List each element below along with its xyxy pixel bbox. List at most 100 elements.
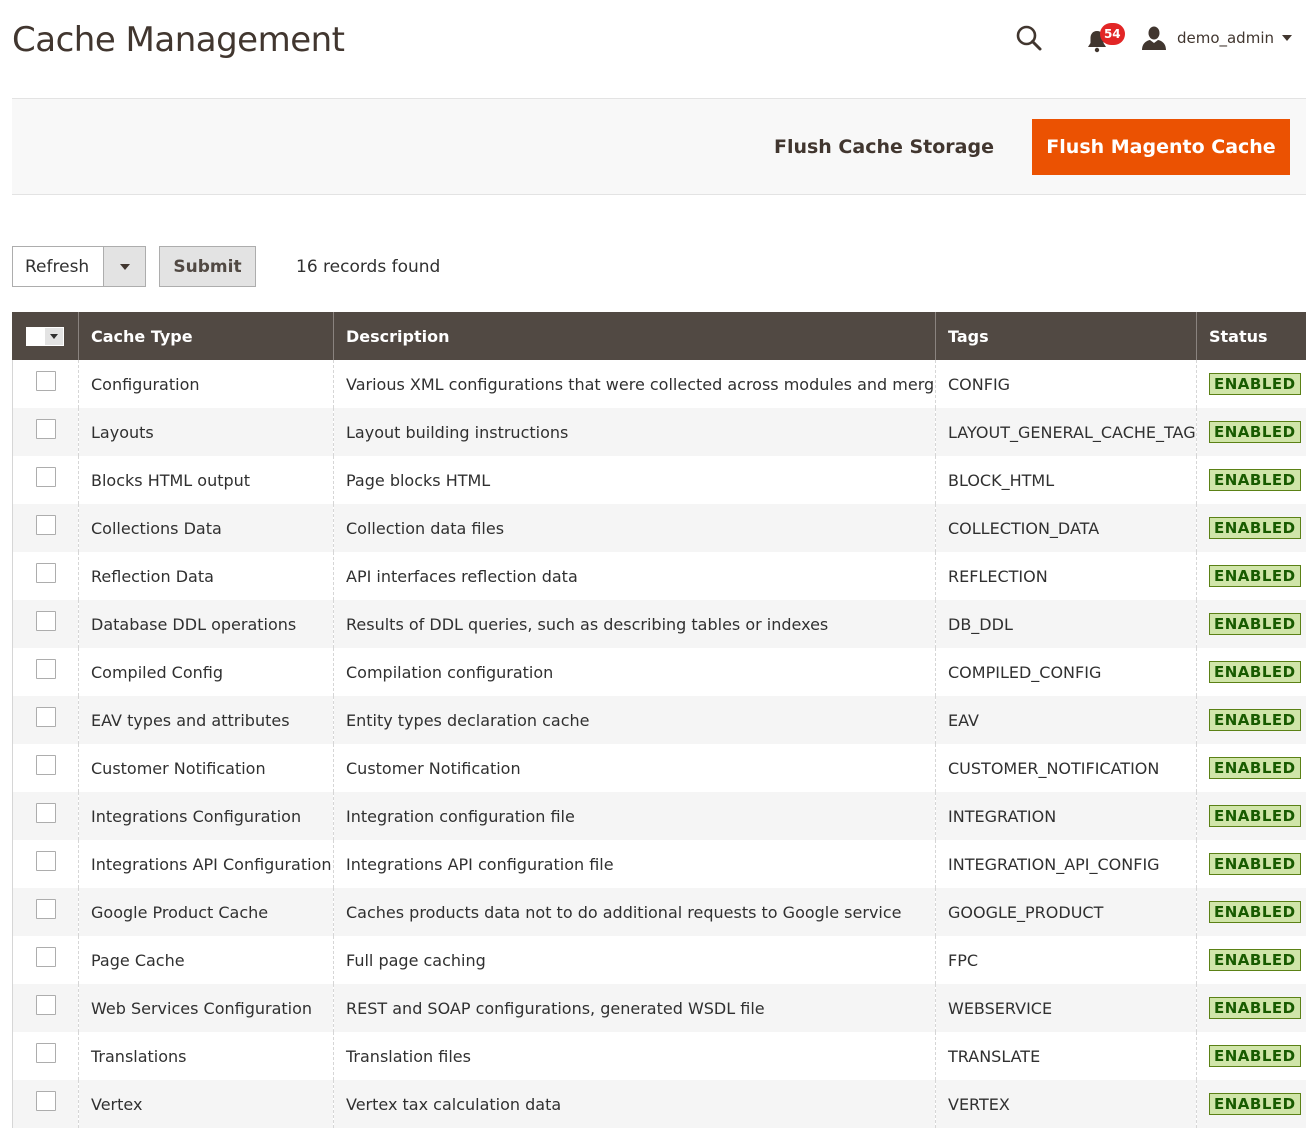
status-cell: ENABLED <box>1197 984 1306 1032</box>
row-checkbox[interactable] <box>36 371 56 391</box>
status-cell: ENABLED <box>1197 744 1306 792</box>
mass-select-options-toggle[interactable] <box>45 328 63 345</box>
status-badge: ENABLED <box>1209 373 1301 395</box>
table-row: Page CacheFull page cachingFPCENABLED <box>13 936 1306 984</box>
tags-cell: WEBSERVICE <box>936 984 1197 1032</box>
status-badge: ENABLED <box>1209 421 1301 443</box>
status-cell: ENABLED <box>1197 600 1306 648</box>
row-checkbox[interactable] <box>36 995 56 1015</box>
status-badge: ENABLED <box>1209 565 1301 587</box>
table-row: Integrations ConfigurationIntegration co… <box>13 792 1306 840</box>
description-cell: Customer Notification <box>334 744 936 792</box>
row-select-cell <box>13 360 79 408</box>
cache-type-cell: Layouts <box>79 408 334 456</box>
notifications-button[interactable]: 54 <box>1083 20 1119 56</box>
status-cell: ENABLED <box>1197 360 1306 408</box>
user-account-menu[interactable]: demo_admin <box>1141 25 1292 51</box>
search-button[interactable] <box>1011 20 1047 56</box>
tags-cell: BLOCK_HTML <box>936 456 1197 504</box>
status-badge: ENABLED <box>1209 709 1301 731</box>
description-cell: API interfaces reflection data <box>334 552 936 600</box>
status-badge: ENABLED <box>1209 997 1301 1019</box>
row-checkbox[interactable] <box>36 899 56 919</box>
notifications-count-badge: 54 <box>1100 23 1125 45</box>
chevron-down-icon <box>120 264 130 270</box>
mass-action-dropdown-toggle[interactable] <box>103 247 145 286</box>
cache-type-cell: Database DDL operations <box>79 600 334 648</box>
status-badge: ENABLED <box>1209 469 1301 491</box>
user-icon <box>1141 25 1167 51</box>
mass-action-select[interactable]: Refresh <box>12 246 146 287</box>
table-row: VertexVertex tax calculation dataVERTEXE… <box>13 1080 1306 1128</box>
tags-cell: CONFIG <box>936 360 1197 408</box>
search-icon <box>1015 24 1043 52</box>
status-badge: ENABLED <box>1209 613 1301 635</box>
description-cell: Translation files <box>334 1032 936 1080</box>
username: demo_admin <box>1177 29 1274 47</box>
row-checkbox[interactable] <box>36 707 56 727</box>
mass-select-checkbox-dropdown[interactable] <box>26 327 64 346</box>
mass-actions-toolbar: Refresh Submit 16 records found <box>12 246 440 287</box>
status-badge: ENABLED <box>1209 757 1301 779</box>
row-checkbox[interactable] <box>36 515 56 535</box>
status-badge: ENABLED <box>1209 805 1301 827</box>
records-found-count: 16 records found <box>296 257 440 277</box>
table-row: Reflection DataAPI interfaces reflection… <box>13 552 1306 600</box>
table-row: LayoutsLayout building instructionsLAYOU… <box>13 408 1306 456</box>
tags-cell: INTEGRATION <box>936 792 1197 840</box>
description-cell: Integration configuration file <box>334 792 936 840</box>
table-row: EAV types and attributesEntity types dec… <box>13 696 1306 744</box>
description-cell: Compilation configuration <box>334 648 936 696</box>
tags-cell: TRANSLATE <box>936 1032 1197 1080</box>
status-badge: ENABLED <box>1209 949 1301 971</box>
page-title: Cache Management <box>12 20 345 60</box>
status-cell: ENABLED <box>1197 408 1306 456</box>
chevron-down-icon <box>50 334 58 339</box>
flush-cache-storage-button[interactable]: Flush Cache Storage <box>754 119 1014 175</box>
page-actions-bar: Flush Cache Storage Flush Magento Cache <box>12 98 1306 195</box>
tags-cell: INTEGRATION_API_CONFIG <box>936 840 1197 888</box>
status-cell: ENABLED <box>1197 840 1306 888</box>
tags-cell: GOOGLE_PRODUCT <box>936 888 1197 936</box>
tags-cell: COMPILED_CONFIG <box>936 648 1197 696</box>
table-row: Customer NotificationCustomer Notificati… <box>13 744 1306 792</box>
cache-type-cell: Google Product Cache <box>79 888 334 936</box>
row-checkbox[interactable] <box>36 851 56 871</box>
row-checkbox[interactable] <box>36 803 56 823</box>
table-row: Blocks HTML outputPage blocks HTMLBLOCK_… <box>13 456 1306 504</box>
status-cell: ENABLED <box>1197 456 1306 504</box>
flush-magento-cache-button[interactable]: Flush Magento Cache <box>1032 119 1290 175</box>
submit-button[interactable]: Submit <box>159 246 256 287</box>
row-checkbox[interactable] <box>36 611 56 631</box>
cache-type-cell: Integrations Configuration <box>79 792 334 840</box>
cache-type-cell: Translations <box>79 1032 334 1080</box>
column-header-status: Status <box>1197 312 1306 360</box>
tags-cell: COLLECTION_DATA <box>936 504 1197 552</box>
row-checkbox[interactable] <box>36 467 56 487</box>
row-checkbox[interactable] <box>36 1091 56 1111</box>
mass-action-selected-value[interactable]: Refresh <box>13 247 103 286</box>
status-cell: ENABLED <box>1197 936 1306 984</box>
cache-type-cell: Reflection Data <box>79 552 334 600</box>
table-row: ConfigurationVarious XML configurations … <box>13 360 1306 408</box>
status-cell: ENABLED <box>1197 888 1306 936</box>
description-cell: Vertex tax calculation data <box>334 1080 936 1128</box>
select-all-checkbox[interactable] <box>27 328 45 345</box>
column-header-description: Description <box>334 312 936 360</box>
row-checkbox[interactable] <box>36 563 56 583</box>
row-checkbox[interactable] <box>36 419 56 439</box>
row-checkbox[interactable] <box>36 755 56 775</box>
row-select-cell <box>13 456 79 504</box>
status-cell: ENABLED <box>1197 1032 1306 1080</box>
row-checkbox[interactable] <box>36 1043 56 1063</box>
cache-type-cell: EAV types and attributes <box>79 696 334 744</box>
table-row: Compiled ConfigCompilation configuration… <box>13 648 1306 696</box>
row-select-cell <box>13 552 79 600</box>
status-badge: ENABLED <box>1209 517 1301 539</box>
table-row: Database DDL operationsResults of DDL qu… <box>13 600 1306 648</box>
cache-type-cell: Collections Data <box>79 504 334 552</box>
description-cell: Full page caching <box>334 936 936 984</box>
row-checkbox[interactable] <box>36 947 56 967</box>
row-select-cell <box>13 1032 79 1080</box>
row-checkbox[interactable] <box>36 659 56 679</box>
